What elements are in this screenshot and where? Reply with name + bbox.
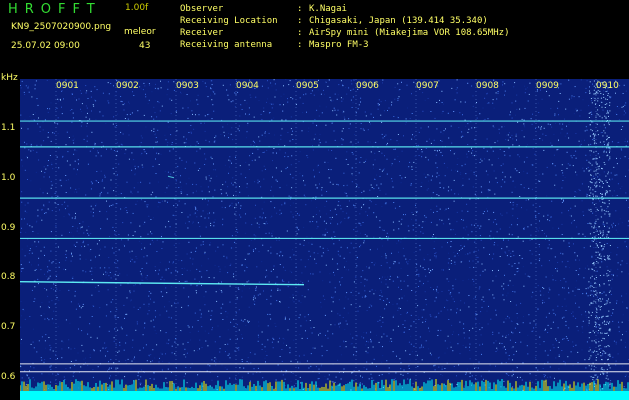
y-tick-label: 0.6 (1, 371, 16, 382)
station-info: Observer: K.Nagai Receiving Location: Chig… (180, 3, 509, 51)
noise-floor-spikes (20, 379, 629, 391)
filename-label: KN9_2507020900.png (11, 22, 112, 32)
y-tick-label: 1.1 (1, 123, 16, 133)
y-tick-label: 0.8 (1, 272, 16, 283)
info-label: Observer (180, 4, 224, 14)
info-value: AirSpy mini (Miakejima VOR 108.65MHz) (309, 28, 510, 38)
count-label: 43 (139, 41, 151, 51)
datetime-label: 25.07.02 09:00 (11, 41, 80, 51)
version-label: 1.00f (125, 3, 149, 13)
time-tick-label: 0905 (296, 81, 319, 91)
noise-floor-band (20, 391, 629, 400)
info-label: Receiving antenna (180, 40, 273, 50)
time-tick-label: 0904 (236, 81, 259, 91)
info-label: Receiver (180, 28, 224, 38)
info-separator: : (297, 16, 303, 26)
mode-label: meleor (124, 27, 156, 37)
time-tick-label: 0901 (56, 81, 79, 91)
y-axis-unit: kHz (1, 73, 18, 83)
info-value: Maspro FM-3 (309, 40, 369, 50)
time-tick-label: 0908 (476, 81, 499, 91)
time-tick-label: 0903 (176, 81, 199, 91)
y-tick-label: 0.7 (1, 322, 16, 332)
y-tick-label: 0.9 (1, 222, 16, 233)
time-tick-label: 0907 (416, 81, 439, 91)
time-tick-label: 0910 (596, 81, 619, 91)
info-separator: : (297, 40, 303, 50)
time-tick-label: 0906 (356, 81, 379, 91)
y-tick-label: 1.0 (1, 172, 16, 183)
info-value: Chigasaki, Japan (139.414 35.340) (309, 16, 488, 26)
app-title: HROFFT (8, 2, 102, 17)
meteor-ping (167, 175, 175, 179)
info-label: Receiving Location (180, 16, 278, 26)
spectrogram-canvas (20, 79, 629, 400)
info-separator: : (297, 4, 303, 14)
meteor-trail (20, 281, 305, 286)
time-tick-label: 0909 (536, 81, 559, 91)
spectrogram (20, 79, 629, 400)
info-row-antenna: Receiving antenna: Maspro FM-3 (180, 39, 509, 51)
info-separator: : (297, 28, 303, 38)
info-row-receiver: Receiver: AirSpy mini (Miakejima VOR 108.… (180, 27, 509, 39)
info-value: K.Nagai (309, 4, 347, 14)
info-row-location: Receiving Location: Chigasaki, Japan (139… (180, 15, 509, 27)
header-panel: HROFFT 1.00f KN9_2507020900.png meleor 2… (0, 0, 629, 70)
time-tick-label: 0902 (116, 81, 139, 91)
info-row-observer: Observer: K.Nagai (180, 3, 509, 15)
noise-speckle (20, 79, 629, 391)
